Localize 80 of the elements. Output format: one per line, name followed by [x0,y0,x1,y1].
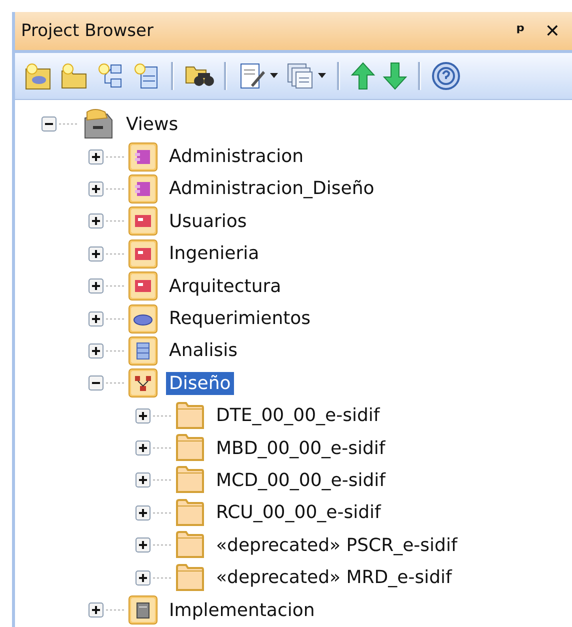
tree-item[interactable]: DTE_00_00_e-sidif [213,404,383,428]
folder-icon [175,434,205,462]
folder-icon [175,564,205,592]
tree-item[interactable]: RCU_00_00_e-sidif [213,501,384,524]
diagram-package-icon [128,368,158,398]
list-package-icon [128,336,158,366]
tree-connector-line [106,156,126,158]
windows-dropdown[interactable] [285,61,327,91]
tree-item[interactable]: Ingenieria [166,242,262,266]
component-package-icon [128,174,158,204]
tree-connector-line [106,220,126,222]
tree-connector-line [153,447,173,450]
window-title: Project Browser [21,21,154,41]
tree-connector-line [106,318,126,320]
caret-icon [317,73,327,79]
move-up-tool[interactable] [350,61,376,91]
new-package-tool[interactable] [59,61,89,91]
tree-connector-line [106,188,126,190]
tree-item[interactable]: Administracion_Diseño [166,177,378,200]
tree-item[interactable]: «deprecated» MRD_e-sidif [213,566,455,590]
ellipse-package-icon [128,304,158,334]
new-view-icon [23,61,53,91]
pin-button[interactable]: ᵖ [510,20,531,42]
tree-connector-line [106,609,126,612]
expand-icon[interactable] [88,342,104,359]
tree-connector-line [153,576,173,579]
tree-item[interactable]: «deprecated» PSCR_e-sidif [213,534,460,557]
expand-icon[interactable] [135,408,151,424]
tree-connector-line [106,382,126,384]
new-view-tool[interactable] [23,61,53,91]
expand-icon[interactable] [88,278,104,294]
move-down-tool[interactable] [382,61,408,91]
help-icon [431,61,461,91]
tree-connector-line [153,479,173,482]
expand-icon[interactable] [135,537,151,554]
package-icon [128,271,158,302]
tree-connector-line [106,252,126,255]
tree-connector-line [153,512,173,514]
package-icon [128,206,158,236]
expand-icon[interactable] [135,440,151,456]
expand-icon[interactable] [135,570,151,586]
collapse-icon[interactable] [41,116,57,132]
tree-connector-line [153,544,173,546]
tree-item[interactable]: MBD_00_00_e-sidif [213,436,388,460]
folder-icon [175,498,205,527]
tree-item[interactable]: Requerimientos [166,307,314,330]
tree-item[interactable]: Analisis [166,339,241,362]
expand-icon[interactable] [88,148,104,165]
expand-icon[interactable] [135,472,151,488]
expand-icon[interactable] [88,213,104,230]
expand-icon[interactable] [135,504,151,521]
tree-item[interactable]: Views [123,112,182,136]
expand-icon[interactable] [88,602,104,618]
folder-icon [175,531,205,560]
tree-item[interactable]: Diseño [166,372,234,395]
tree-connector-line [153,414,173,417]
folder-icon [175,466,205,494]
help-tool[interactable] [431,61,461,91]
expand-icon[interactable] [88,310,104,327]
collapse-icon[interactable] [88,375,104,392]
tree-connector-line [106,350,126,352]
expand-icon[interactable] [88,180,104,197]
up-arrow-icon [350,61,376,91]
component-package-icon [128,142,158,172]
tree-item[interactable]: MCD_00_00_e-sidif [213,468,388,492]
folder-icon [175,402,205,430]
tree-item[interactable]: Arquitectura [166,274,284,298]
tree-item[interactable]: Usuarios [166,210,250,233]
expand-icon[interactable] [88,246,104,262]
down-arrow-icon [382,61,408,91]
tree-connector-line [106,285,126,288]
tree-item[interactable]: Implementacion [166,598,318,622]
caret-icon [269,73,279,79]
close-button[interactable]: ✕ [538,20,566,42]
server-package-icon [128,595,158,626]
tree-item[interactable]: Administracion [166,145,307,168]
stacked-windows-icon [285,61,315,91]
tree-connector-line [59,123,79,126]
package-icon [128,238,158,269]
new-folder-icon [59,61,89,91]
